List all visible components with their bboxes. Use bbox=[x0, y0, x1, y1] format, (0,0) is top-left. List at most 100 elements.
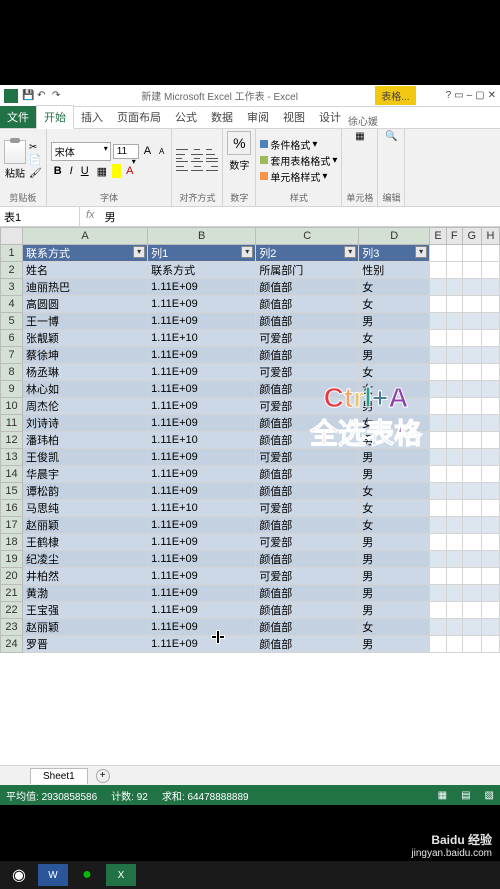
row-header[interactable]: 24 bbox=[1, 636, 23, 653]
cell[interactable] bbox=[430, 398, 447, 415]
cell[interactable]: 赵丽颖 bbox=[23, 517, 148, 534]
cell[interactable]: 1.11E+09 bbox=[148, 551, 256, 568]
cell[interactable]: 井柏然 bbox=[23, 568, 148, 585]
cell[interactable] bbox=[446, 330, 462, 347]
cell[interactable]: 1.11E+09 bbox=[148, 279, 256, 296]
cell[interactable] bbox=[462, 279, 481, 296]
name-box[interactable]: 表1 bbox=[0, 207, 80, 226]
cell[interactable]: 颜值部 bbox=[256, 347, 359, 364]
cell[interactable]: 1.11E+09 bbox=[148, 313, 256, 330]
cell[interactable]: 杨丞琳 bbox=[23, 364, 148, 381]
col-header[interactable]: E bbox=[430, 228, 447, 245]
cell[interactable]: 1.11E+09 bbox=[148, 415, 256, 432]
cell[interactable] bbox=[481, 262, 499, 279]
row-header[interactable]: 16 bbox=[1, 500, 23, 517]
cell[interactable]: 1.11E+09 bbox=[148, 585, 256, 602]
cell[interactable]: 女 bbox=[359, 296, 430, 313]
cell[interactable] bbox=[430, 466, 447, 483]
cell[interactable] bbox=[430, 619, 447, 636]
row-header[interactable]: 1 bbox=[1, 245, 23, 262]
cell[interactable]: 男 bbox=[359, 347, 430, 364]
border-button[interactable]: ▦ bbox=[94, 164, 110, 179]
cell[interactable] bbox=[481, 500, 499, 517]
align-top-icon[interactable] bbox=[176, 149, 188, 159]
cell[interactable] bbox=[462, 585, 481, 602]
cell[interactable] bbox=[430, 534, 447, 551]
cell[interactable] bbox=[430, 449, 447, 466]
cell[interactable]: 女 bbox=[359, 517, 430, 534]
cell[interactable] bbox=[446, 449, 462, 466]
cell[interactable]: 1.11E+09 bbox=[148, 636, 256, 653]
cell[interactable]: 纪凌尘 bbox=[23, 551, 148, 568]
cell[interactable]: 1.11E+09 bbox=[148, 347, 256, 364]
cell[interactable] bbox=[430, 551, 447, 568]
cell[interactable] bbox=[446, 245, 462, 262]
cell[interactable]: 男 bbox=[359, 551, 430, 568]
row-header[interactable]: 10 bbox=[1, 398, 23, 415]
cell[interactable]: 男 bbox=[359, 636, 430, 653]
cell[interactable] bbox=[430, 279, 447, 296]
cell[interactable] bbox=[481, 296, 499, 313]
cell[interactable] bbox=[430, 568, 447, 585]
row-header[interactable]: 18 bbox=[1, 534, 23, 551]
tab-file[interactable]: 文件 bbox=[0, 106, 36, 128]
cell[interactable] bbox=[446, 415, 462, 432]
align-left-icon[interactable] bbox=[176, 161, 188, 171]
row-header[interactable]: 5 bbox=[1, 313, 23, 330]
tab-data[interactable]: 数据 bbox=[204, 106, 240, 128]
cell[interactable]: 颜值部 bbox=[256, 279, 359, 296]
fx-label[interactable]: fx bbox=[80, 207, 101, 226]
quick-access-toolbar[interactable]: 💾 ↶ ↷ bbox=[22, 90, 64, 102]
format-painter-icon[interactable]: 🖌 bbox=[29, 168, 42, 179]
cell[interactable] bbox=[446, 262, 462, 279]
cell[interactable]: 女 bbox=[359, 330, 430, 347]
cell[interactable]: 赵丽颖 bbox=[23, 619, 148, 636]
align-right-icon[interactable] bbox=[206, 161, 218, 171]
table-format-button[interactable]: 套用表格格式▾ bbox=[260, 153, 337, 168]
row-header[interactable]: 6 bbox=[1, 330, 23, 347]
cell[interactable] bbox=[462, 296, 481, 313]
cell[interactable]: 1.11E+10 bbox=[148, 432, 256, 449]
cell[interactable] bbox=[446, 364, 462, 381]
cell[interactable] bbox=[446, 568, 462, 585]
cell[interactable] bbox=[462, 313, 481, 330]
col-header[interactable]: C bbox=[256, 228, 359, 245]
tab-home[interactable]: 开始 bbox=[36, 105, 74, 129]
cell[interactable]: 1.11E+09 bbox=[148, 619, 256, 636]
cell[interactable] bbox=[446, 296, 462, 313]
cell[interactable]: 男 bbox=[359, 534, 430, 551]
cell[interactable] bbox=[430, 262, 447, 279]
cell[interactable]: 男 bbox=[359, 585, 430, 602]
cell[interactable] bbox=[481, 381, 499, 398]
view-layout-icon[interactable]: ▤ bbox=[461, 790, 470, 801]
undo-icon[interactable]: ↶ bbox=[37, 90, 49, 102]
cell[interactable]: 颜值部 bbox=[256, 313, 359, 330]
cell[interactable] bbox=[481, 415, 499, 432]
cell[interactable] bbox=[430, 483, 447, 500]
close-icon[interactable]: ✕ bbox=[488, 90, 496, 101]
cell[interactable] bbox=[462, 330, 481, 347]
cell[interactable]: 女 bbox=[359, 483, 430, 500]
cell[interactable] bbox=[481, 483, 499, 500]
decrease-font-icon[interactable]: A bbox=[156, 146, 167, 157]
table-header-cell[interactable]: 列2 bbox=[256, 245, 359, 262]
cell[interactable] bbox=[462, 500, 481, 517]
cell[interactable]: 姓名 bbox=[23, 262, 148, 279]
cell[interactable] bbox=[430, 330, 447, 347]
cell[interactable]: 颜值部 bbox=[256, 517, 359, 534]
cut-icon[interactable]: ✂ bbox=[29, 142, 42, 153]
cell[interactable] bbox=[446, 500, 462, 517]
cell[interactable] bbox=[481, 245, 499, 262]
cell[interactable] bbox=[462, 602, 481, 619]
view-normal-icon[interactable]: ▦ bbox=[438, 790, 447, 801]
tab-layout[interactable]: 页面布局 bbox=[110, 106, 168, 128]
cell[interactable] bbox=[446, 534, 462, 551]
col-header[interactable]: A bbox=[23, 228, 148, 245]
cell[interactable] bbox=[481, 619, 499, 636]
cell[interactable]: 可爱部 bbox=[256, 330, 359, 347]
font-size-select[interactable]: 11 bbox=[113, 144, 139, 159]
cell[interactable] bbox=[446, 517, 462, 534]
increase-font-icon[interactable]: A bbox=[141, 144, 154, 158]
row-header[interactable]: 17 bbox=[1, 517, 23, 534]
cell[interactable] bbox=[446, 483, 462, 500]
